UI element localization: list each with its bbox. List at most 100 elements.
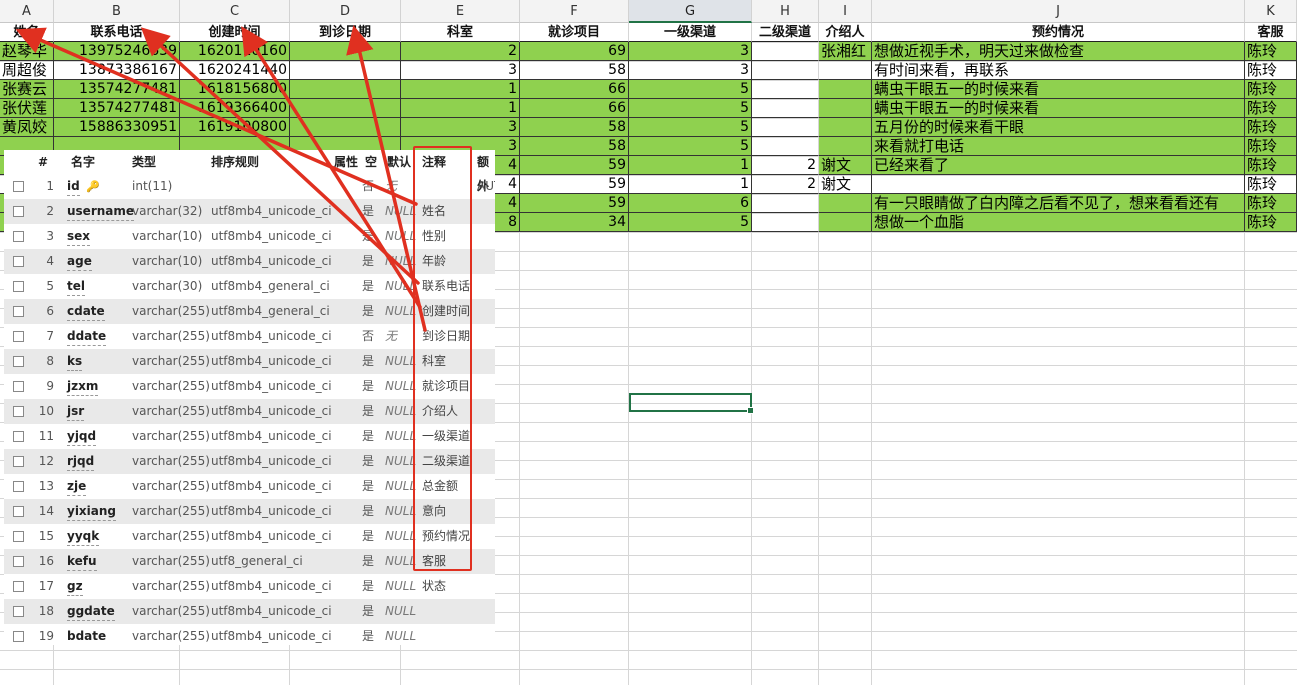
cell-yjqd[interactable]: 5 — [629, 213, 752, 232]
row-checkbox[interactable] — [13, 356, 24, 367]
column-header-d[interactable]: D — [290, 0, 401, 23]
row-checkbox[interactable] — [13, 331, 24, 342]
col-header-attr[interactable]: 属性 — [334, 150, 358, 174]
cell-yyqk[interactable]: 想做近视手术，明天过来做检查 — [872, 42, 1245, 61]
row-checkbox[interactable] — [13, 281, 24, 292]
header-cell-k[interactable]: 客服 — [1245, 23, 1297, 42]
column-header-f[interactable]: F — [520, 0, 629, 23]
cell-yyqk[interactable]: 来看就打电话 — [872, 137, 1245, 156]
cell-cdate[interactable]: 1619100800 — [180, 118, 290, 137]
cell-cdate[interactable]: 1618156800 — [180, 80, 290, 99]
col-header-name[interactable]: 名字 — [71, 150, 95, 174]
column-header-c[interactable]: C — [180, 0, 290, 23]
cell-rjqd[interactable] — [752, 213, 819, 232]
header-cell-g[interactable]: 一级渠道 — [629, 23, 752, 42]
cell-yyqk[interactable]: 已经来看了 — [872, 156, 1245, 175]
field-name[interactable]: rjqd — [67, 452, 95, 471]
cell-yyqk[interactable]: 有时间来看，再联系 — [872, 61, 1245, 80]
row-checkbox[interactable] — [13, 256, 24, 267]
field-name[interactable]: sex — [67, 227, 91, 246]
col-header-type[interactable]: 类型 — [132, 150, 156, 174]
header-cell-i[interactable]: 介绍人 — [819, 23, 872, 42]
header-cell-j[interactable]: 预约情况 — [872, 23, 1245, 42]
header-cell-f[interactable]: 就诊项目 — [520, 23, 629, 42]
field-name[interactable]: username — [67, 202, 135, 221]
column-header-e[interactable]: E — [401, 0, 520, 23]
column-header-k[interactable]: K — [1245, 0, 1297, 23]
cell-rjqd[interactable]: 2 — [752, 156, 819, 175]
cell-rjqd[interactable] — [752, 80, 819, 99]
cell-name[interactable]: 张伏莲 — [0, 99, 54, 118]
cell-cdate[interactable]: 1619366400 — [180, 99, 290, 118]
cell-jsr[interactable] — [819, 61, 872, 80]
row-checkbox[interactable] — [13, 606, 24, 617]
header-cell-h[interactable]: 二级渠道 — [752, 23, 819, 42]
col-header-collation[interactable]: 排序规则 — [211, 150, 259, 174]
cell-ddate[interactable] — [290, 99, 401, 118]
cell-jsr[interactable]: 谢文 — [819, 175, 872, 194]
cell-yjqd[interactable]: 5 — [629, 99, 752, 118]
cell-tel[interactable]: 13975246639 — [54, 42, 180, 61]
cell-kefu[interactable]: 陈玲 — [1245, 137, 1297, 156]
selected-cell[interactable] — [629, 393, 754, 414]
cell-yjqd[interactable]: 3 — [629, 61, 752, 80]
field-name[interactable]: ddate — [67, 327, 107, 346]
cell-jzxm[interactable]: 66 — [520, 80, 629, 99]
row-checkbox[interactable] — [13, 431, 24, 442]
row-checkbox[interactable] — [13, 231, 24, 242]
header-cell-b[interactable]: 联系电话 — [54, 23, 180, 42]
field-row[interactable]: 17 gz varchar(255) utf8mb4_unicode_ci 是 NULL 状… — [4, 574, 495, 599]
cell-yyqk[interactable]: 螨虫干眼五一的时候来看 — [872, 99, 1245, 118]
cell-yjqd[interactable]: 5 — [629, 80, 752, 99]
cell-kefu[interactable]: 陈玲 — [1245, 42, 1297, 61]
cell-tel[interactable]: 13574277481 — [54, 99, 180, 118]
cell-yjqd[interactable]: 6 — [629, 194, 752, 213]
column-header-h[interactable]: H — [752, 0, 819, 23]
row-checkbox[interactable] — [13, 581, 24, 592]
cell-rjqd[interactable] — [752, 61, 819, 80]
cell-jsr[interactable] — [819, 118, 872, 137]
column-header-a[interactable]: A — [0, 0, 54, 23]
cell-jzxm[interactable]: 59 — [520, 194, 629, 213]
cell-jsr[interactable] — [819, 137, 872, 156]
column-header-g[interactable]: G — [629, 0, 752, 23]
cell-kefu[interactable]: 陈玲 — [1245, 118, 1297, 137]
field-name[interactable]: cdate — [67, 302, 105, 321]
cell-rjqd[interactable] — [752, 137, 819, 156]
cell-name[interactable]: 张赛云 — [0, 80, 54, 99]
cell-kefu[interactable]: 陈玲 — [1245, 194, 1297, 213]
row-checkbox[interactable] — [13, 531, 24, 542]
cell-jsr[interactable]: 张湘红 — [819, 42, 872, 61]
header-cell-d[interactable]: 到诊日期 — [290, 23, 401, 42]
row-checkbox[interactable] — [13, 181, 24, 192]
field-name[interactable]: tel — [67, 277, 85, 296]
row-checkbox[interactable] — [13, 481, 24, 492]
cell-ddate[interactable] — [290, 42, 401, 61]
cell-jzxm[interactable]: 59 — [520, 156, 629, 175]
cell-yjqd[interactable]: 5 — [629, 118, 752, 137]
cell-ks[interactable]: 1 — [401, 99, 520, 118]
cell-kefu[interactable]: 陈玲 — [1245, 80, 1297, 99]
col-header-extra[interactable]: 额外 — [477, 150, 495, 193]
cell-yjqd[interactable]: 3 — [629, 42, 752, 61]
cell-yjqd[interactable]: 1 — [629, 156, 752, 175]
cell-name[interactable]: 赵琴华 — [0, 42, 54, 61]
cell-rjqd[interactable]: 2 — [752, 175, 819, 194]
cell-kefu[interactable]: 陈玲 — [1245, 213, 1297, 232]
cell-kefu[interactable]: 陈玲 — [1245, 61, 1297, 80]
column-header-b[interactable]: B — [54, 0, 180, 23]
cell-ddate[interactable] — [290, 118, 401, 137]
row-checkbox[interactable] — [13, 456, 24, 467]
cell-jsr[interactable] — [819, 99, 872, 118]
field-name[interactable]: yixiang — [67, 502, 117, 521]
field-row[interactable]: 19 bdate varchar(255) utf8mb4_unicode_ci 是 NU… — [4, 624, 495, 645]
cell-cdate[interactable]: 1620241440 — [180, 61, 290, 80]
cell-tel[interactable]: 13574277481 — [54, 80, 180, 99]
row-checkbox[interactable] — [13, 556, 24, 567]
col-header-default[interactable]: 默认 — [387, 150, 411, 174]
field-name[interactable]: zje — [67, 477, 87, 496]
cell-yyqk[interactable]: 五月份的时候来看干眼 — [872, 118, 1245, 137]
field-name[interactable]: yyqk — [67, 527, 100, 546]
cell-yyqk[interactable]: 螨虫干眼五一的时候来看 — [872, 80, 1245, 99]
cell-kefu[interactable]: 陈玲 — [1245, 99, 1297, 118]
